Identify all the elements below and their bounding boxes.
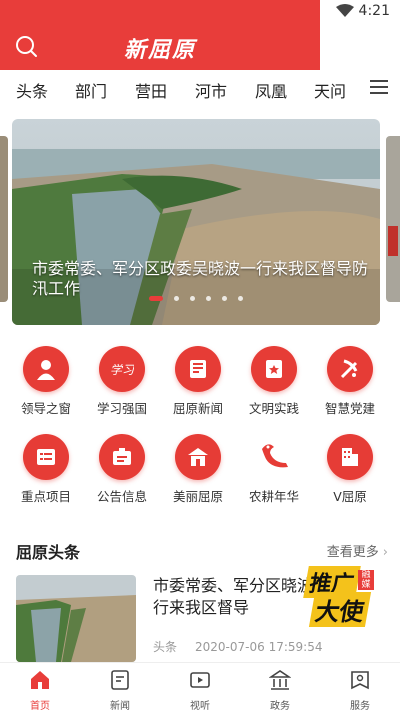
- nav-video[interactable]: 视听: [160, 669, 240, 710]
- channel-tabs: 头条 部门 营田 河市 凤凰 天问: [0, 70, 400, 106]
- shortcut-v-quyuan[interactable]: V屈原: [310, 434, 390, 505]
- chevron-right-icon: ›: [382, 545, 388, 560]
- carousel-dot: [222, 296, 228, 301]
- video-icon: [190, 672, 210, 688]
- shortcut-farming-years[interactable]: 农耕年华: [234, 434, 314, 505]
- civilization-icon: [266, 360, 282, 378]
- app-header: 新屈原: [0, 24, 320, 70]
- news-icon: [190, 360, 206, 378]
- shortcut-quyuan-news[interactable]: 屈原新闻: [158, 346, 238, 417]
- party-icon: [340, 359, 358, 379]
- tab-fenghuang[interactable]: 凤凰: [255, 78, 287, 102]
- section-title: 屈原头条: [16, 543, 81, 562]
- shortcut-smart-party[interactable]: 智慧党建: [310, 346, 390, 417]
- study-icon: 学习: [110, 363, 134, 377]
- status-time: 4:21: [358, 3, 390, 19]
- promo-line2: 大使: [308, 592, 372, 627]
- government-icon: [268, 670, 292, 690]
- carousel-dot: [206, 296, 212, 301]
- svg-text:学习: 学习: [110, 363, 134, 377]
- news-thumbnail[interactable]: [16, 575, 136, 662]
- nav-news[interactable]: 新闻: [80, 669, 160, 710]
- see-more-link[interactable]: 查看更多 ›: [327, 541, 388, 560]
- home-icon: [31, 671, 49, 689]
- news-category: 头条: [153, 640, 178, 654]
- banner-carousel[interactable]: 市委常委、军分区政委吴晓波一行来我区督导防汛工作: [12, 119, 380, 325]
- banner-prev-peek[interactable]: [0, 136, 8, 302]
- shortcut-study[interactable]: 学习 学习强国: [82, 346, 162, 417]
- news-thumbnail-image: [16, 575, 136, 662]
- scenery-icon: [188, 448, 208, 466]
- wifi-icon: [336, 4, 354, 17]
- shortcut-beautiful-quyuan[interactable]: 美丽屈原: [158, 434, 238, 505]
- news-time: 2020-07-06 17:59:54: [195, 640, 323, 654]
- shortcut-leader-window[interactable]: 领导之窗: [6, 346, 86, 417]
- service-icon: [351, 671, 369, 690]
- carousel-dot-active: [148, 296, 163, 301]
- nav-home[interactable]: 首页: [0, 669, 80, 710]
- shortcut-key-projects[interactable]: 重点项目: [6, 434, 86, 505]
- v-qu-yuan-icon: [342, 448, 358, 466]
- status-bar-red-area: [0, 0, 320, 24]
- tab-headlines[interactable]: 头条: [16, 78, 48, 102]
- carousel-dot: [238, 296, 244, 301]
- carousel-dot: [189, 296, 195, 301]
- carousel-dot: [173, 296, 179, 301]
- tab-tianwen[interactable]: 天问: [314, 78, 346, 102]
- bottom-navigation: 首页 新闻 视听 政务 服务: [0, 662, 400, 710]
- shortcut-notices[interactable]: 公告信息: [82, 434, 162, 505]
- carousel-indicator: [12, 288, 380, 307]
- tab-yingtian[interactable]: 营田: [135, 78, 167, 102]
- see-more-label: 查看更多: [326, 545, 379, 560]
- nav-service[interactable]: 服务: [320, 669, 400, 710]
- promo-ambassador-badge[interactable]: 推广 大使 融媒: [300, 560, 390, 630]
- dragon-icon: [262, 444, 288, 468]
- promo-badge: 融媒: [358, 570, 374, 590]
- app-logo: 新屈原: [123, 37, 196, 63]
- nav-government[interactable]: 政务: [240, 669, 320, 710]
- notice-icon: [113, 448, 131, 465]
- status-bar: 4:21: [0, 0, 400, 24]
- tab-departments[interactable]: 部门: [75, 78, 107, 102]
- tab-heshi[interactable]: 河市: [195, 78, 227, 102]
- news-meta: 头条 2020-07-06 17:59:54: [153, 638, 322, 655]
- leader-icon: [37, 360, 55, 380]
- shortcut-civilization[interactable]: 文明实践: [234, 346, 314, 417]
- menu-icon[interactable]: [370, 80, 388, 94]
- banner-next-peek[interactable]: [386, 136, 400, 302]
- news-tab-icon: [111, 670, 129, 690]
- project-icon: [37, 449, 55, 465]
